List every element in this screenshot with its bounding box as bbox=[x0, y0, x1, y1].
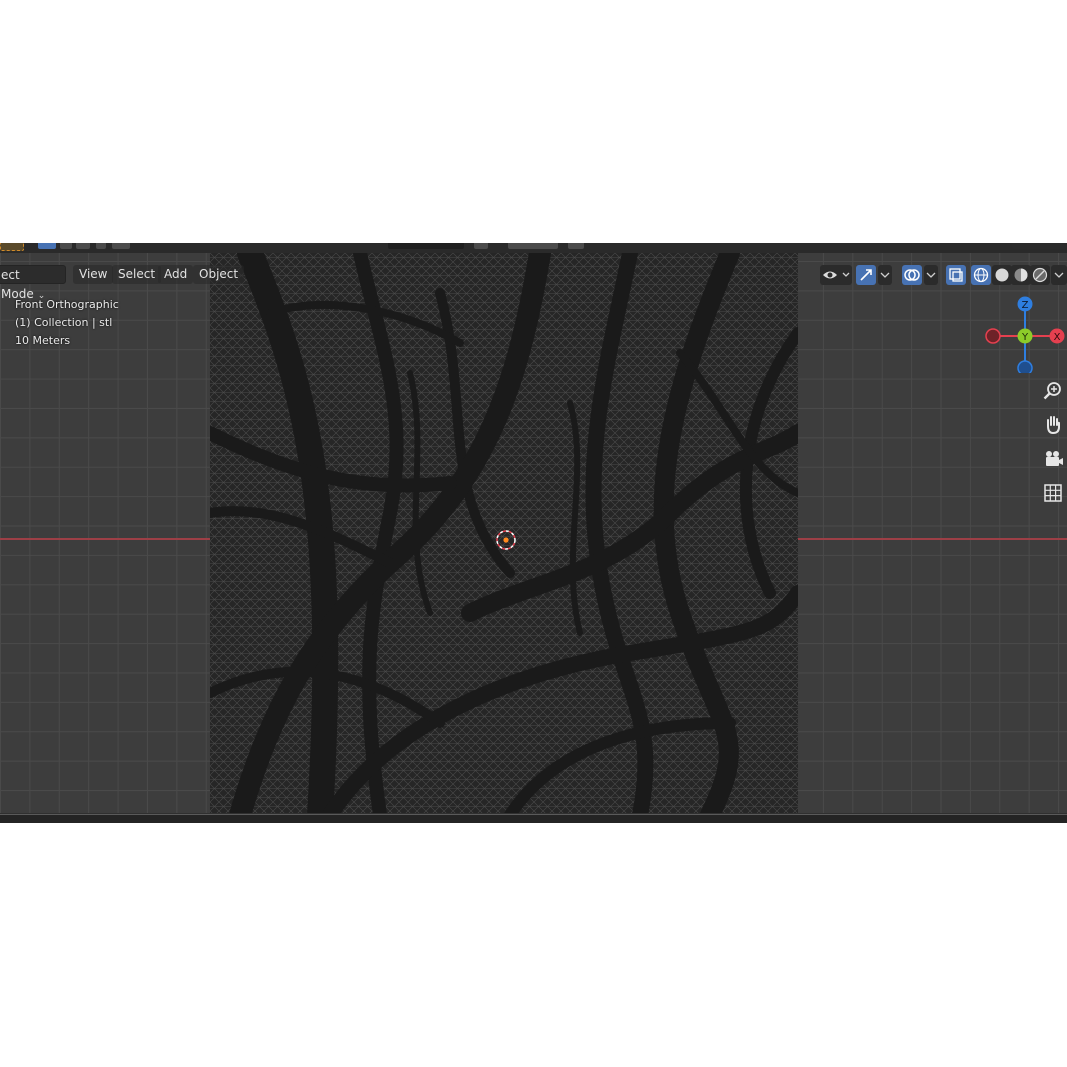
rendered-shading-icon[interactable] bbox=[1030, 265, 1050, 285]
xray-icon[interactable] bbox=[946, 265, 966, 285]
mode-toggle-icon-3[interactable] bbox=[76, 243, 90, 249]
mode-label: ect Mode bbox=[1, 268, 34, 301]
solid-shading-icon[interactable] bbox=[992, 265, 1012, 285]
menu-select[interactable]: Select bbox=[112, 265, 162, 284]
grid-scale: 10 Meters bbox=[15, 334, 71, 347]
camera-icon[interactable] bbox=[1040, 446, 1066, 472]
eye-icon[interactable] bbox=[820, 265, 852, 285]
blender-window: Front Orthographic (1) Collection | stl … bbox=[0, 243, 1067, 823]
transform-orientation-dropdown[interactable] bbox=[388, 243, 464, 249]
navigation-gizmo[interactable]: Z X Y bbox=[980, 293, 1067, 373]
snap-dropdown[interactable] bbox=[508, 243, 558, 249]
menu-view[interactable]: View bbox=[73, 265, 114, 284]
material-shading-icon[interactable] bbox=[1011, 265, 1031, 285]
mode-toggle-icon-5[interactable] bbox=[112, 243, 130, 249]
pivot-icon[interactable] bbox=[474, 243, 488, 249]
grid-ortho-icon[interactable] bbox=[1040, 480, 1066, 506]
mode-toggle-icon[interactable] bbox=[38, 243, 56, 249]
chevron-down-icon: ⌄ bbox=[37, 291, 46, 301]
chevron-down-icon[interactable] bbox=[1051, 265, 1067, 285]
zoom-icon[interactable] bbox=[1040, 378, 1066, 404]
viewport-header-right-tools bbox=[820, 265, 1067, 287]
chevron-down-icon[interactable] bbox=[924, 265, 938, 285]
chevron-down-icon[interactable] bbox=[878, 265, 892, 285]
interaction-mode-dropdown[interactable]: ect Mode ⌄ bbox=[0, 265, 66, 301]
hand-pan-icon[interactable] bbox=[1040, 412, 1066, 438]
gizmo-y-label: Y bbox=[1021, 332, 1029, 343]
gizmo-z-label: Z bbox=[1022, 300, 1029, 311]
wireframe-shading-icon[interactable] bbox=[971, 265, 991, 285]
viewport-info-overlay: Front Orthographic (1) Collection | stl … bbox=[15, 296, 119, 350]
status-bar bbox=[0, 814, 1067, 823]
select-box-tool-icon[interactable] bbox=[0, 243, 24, 251]
proportional-edit-icon[interactable] bbox=[568, 243, 584, 249]
gizmo-neg-z-axis[interactable] bbox=[1017, 360, 1033, 373]
gizmo-neg-x-axis[interactable] bbox=[985, 328, 1001, 344]
mode-toggle-icon-2[interactable] bbox=[60, 243, 72, 249]
menu-add[interactable]: Add bbox=[158, 265, 194, 284]
arrow-gizmo-icon[interactable] bbox=[856, 265, 876, 285]
options-dropdown[interactable] bbox=[1012, 243, 1067, 249]
gizmo-x-label: X bbox=[1054, 332, 1061, 343]
navigation-buttons bbox=[1040, 378, 1067, 514]
mode-toggle-icon-4[interactable] bbox=[96, 243, 106, 249]
overlay-icon[interactable] bbox=[902, 265, 922, 285]
3d-viewport[interactable]: Front Orthographic (1) Collection | stl … bbox=[0, 253, 1067, 813]
collection-name: (1) Collection | stl bbox=[15, 316, 113, 329]
3d-cursor-icon[interactable] bbox=[494, 528, 518, 552]
menu-object[interactable]: Object bbox=[193, 265, 245, 284]
